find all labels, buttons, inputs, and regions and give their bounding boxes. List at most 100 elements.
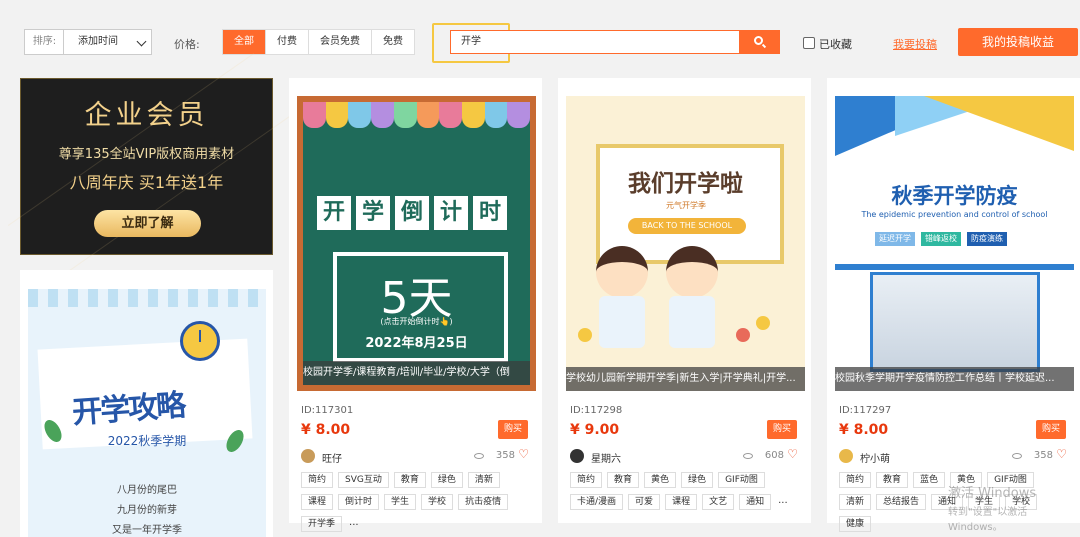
tag[interactable]: 蓝色 [913, 472, 946, 488]
heart-icon[interactable]: ♡ [1056, 448, 1067, 460]
price-filter-paid[interactable]: 付费 [266, 30, 309, 54]
search-button[interactable] [739, 30, 780, 54]
price-filter-all[interactable]: 全部 [223, 30, 266, 54]
learn-more-button[interactable]: 立即了解 [94, 210, 201, 237]
sort-label: 排序: [24, 29, 64, 55]
tag[interactable]: 抗击疫情 [458, 494, 509, 510]
price-filter-member-free[interactable]: 会员免费 [309, 30, 372, 54]
avatar[interactable] [570, 449, 584, 463]
submit-link[interactable]: 我要投稿 [893, 36, 937, 52]
tag[interactable]: 开学季 [301, 516, 343, 532]
countdown-note: (点击开始倒计时👆) [380, 317, 453, 326]
sort-select-value: 添加时间 [78, 36, 118, 47]
tag[interactable]: 清新 [467, 472, 500, 488]
favorited-label: 已收藏 [819, 38, 852, 51]
eye-icon [474, 453, 484, 459]
tag[interactable]: 教育 [393, 472, 426, 488]
product-price: ¥ 9.00 [570, 422, 620, 438]
countdown-title: 开 学 倒 计 时 [317, 196, 507, 230]
tag[interactable]: 黄色 [644, 472, 677, 488]
poster-decor [28, 289, 266, 307]
tag[interactable]: 总结报告 [876, 494, 927, 510]
buy-button[interactable]: 购买 [767, 420, 797, 439]
price-filter-free[interactable]: 免费 [372, 30, 414, 54]
author-name[interactable]: 旺仔 [322, 450, 342, 465]
tag[interactable]: 简约 [301, 472, 334, 488]
kid-body [669, 296, 715, 348]
avatar[interactable] [301, 449, 315, 463]
sort-select[interactable]: 添加时间 [63, 29, 152, 55]
more-tags[interactable]: ... [347, 516, 361, 532]
kid-girl-icon [596, 246, 648, 298]
view-count: 358 [1033, 450, 1053, 461]
tag[interactable]: 可爱 [628, 494, 661, 510]
buy-button[interactable]: 购买 [1036, 420, 1066, 439]
tag[interactable]: 健康 [839, 516, 872, 532]
search-input[interactable]: 开学 [450, 30, 740, 54]
vip-banner-subtitle: 尊享135全站VIP版权商用素材 [58, 147, 235, 162]
tag[interactable]: 绿色 [681, 472, 714, 488]
tag[interactable]: 简约 [839, 472, 872, 488]
product-caption: 学校幼儿园新学期开学季|新生入学|开学典礼|开学... [566, 367, 805, 391]
tag[interactable]: 文艺 [702, 494, 735, 510]
heart-icon[interactable]: ♡ [787, 448, 798, 460]
flower-icon [756, 316, 770, 330]
eye-icon [743, 453, 753, 459]
product-card[interactable]: 秋季开学防疫 The epidemic prevention and contr… [827, 78, 1080, 532]
title-char: 学 [356, 196, 390, 230]
flower-icon [578, 328, 592, 342]
tag[interactable]: SVG互动 [338, 472, 389, 488]
banner-decor [47, 113, 295, 286]
tag[interactable]: 学校 [421, 494, 454, 510]
tag[interactable]: 清新 [839, 494, 872, 510]
banner-decor [7, 53, 255, 226]
more-tags[interactable]: ... [776, 494, 790, 510]
thumb-chip: 防疫演练 [967, 232, 1007, 246]
tag[interactable]: GIF动图 [718, 472, 765, 488]
product-card[interactable]: 开 学 倒 计 时 5天 (点击开始倒计时👆) 2022年8月25日 校园开学季… [289, 78, 542, 532]
favorited-checkbox[interactable] [803, 37, 815, 49]
tag[interactable]: 课程 [665, 494, 698, 510]
thumb-subtitle: 元气开学季 [666, 201, 706, 210]
windows-activation-hint: 转到"设置"以激活 Windows。 [948, 507, 1028, 533]
poster-line: 九月份的新芽 [117, 505, 177, 516]
product-thumbnail[interactable]: 秋季开学防疫 The epidemic prevention and contr… [835, 96, 1074, 391]
avatar[interactable] [839, 449, 853, 463]
tag[interactable]: 绿色 [430, 472, 463, 488]
tag[interactable]: 通知 [739, 494, 772, 510]
vip-banner[interactable]: 企业会员 尊享135全站VIP版权商用素材 八周年庆 买1年送1年 立即了解 [7, 53, 295, 286]
chevron-down-icon [136, 36, 147, 47]
my-earnings-button[interactable]: 我的投稿收益 [958, 28, 1078, 56]
title-char: 计 [434, 196, 468, 230]
tag[interactable]: 学生 [384, 494, 417, 510]
vip-banner-title: 企业会员 [84, 100, 209, 131]
title-char: 时 [473, 196, 507, 230]
poster-image: 开学攻略 2022秋季学期 八月份的尾巴 九月份的新芽 又是一年开学季 [28, 289, 266, 537]
tag[interactable]: 教育 [607, 472, 640, 488]
product-thumbnail[interactable]: 开 学 倒 计 时 5天 (点击开始倒计时👆) 2022年8月25日 校园开学季… [297, 96, 536, 391]
view-count: 608 [764, 450, 784, 461]
kid-boy-icon [666, 246, 718, 298]
thumb-headline: 秋季开学防疫 [891, 184, 1018, 208]
tag[interactable]: 倒计时 [338, 494, 380, 510]
product-thumbnail[interactable]: 我们开学啦 元气开学季 BACK TO THE SCHOOL 学校幼儿园新学期开… [566, 96, 805, 391]
poster-card[interactable]: 开学攻略 2022秋季学期 八月份的尾巴 九月份的新芽 又是一年开学季 [20, 270, 273, 537]
product-id: ID:117297 [839, 405, 892, 416]
tag[interactable]: 简约 [570, 472, 603, 488]
author-name[interactable]: 星期六 [591, 450, 621, 465]
eye-icon [1012, 453, 1022, 459]
windows-activation-watermark: 激活 Windows [948, 486, 1037, 501]
title-char: 倒 [395, 196, 429, 230]
thumb-decor [924, 96, 1074, 151]
tag[interactable]: 教育 [876, 472, 909, 488]
buy-button[interactable]: 购买 [498, 420, 528, 439]
countdown-date: 2022年8月25日 [365, 336, 468, 351]
product-id: ID:117298 [570, 405, 623, 416]
tag[interactable]: 课程 [301, 494, 334, 510]
heart-icon[interactable]: ♡ [518, 448, 529, 460]
tag[interactable]: 卡通/漫画 [570, 494, 624, 510]
product-card[interactable]: 我们开学啦 元气开学季 BACK TO THE SCHOOL 学校幼儿园新学期开… [558, 78, 811, 523]
price-label: 价格: [174, 38, 200, 51]
thumb-photo [870, 272, 1040, 372]
author-name[interactable]: 柠小萌 [860, 450, 890, 465]
